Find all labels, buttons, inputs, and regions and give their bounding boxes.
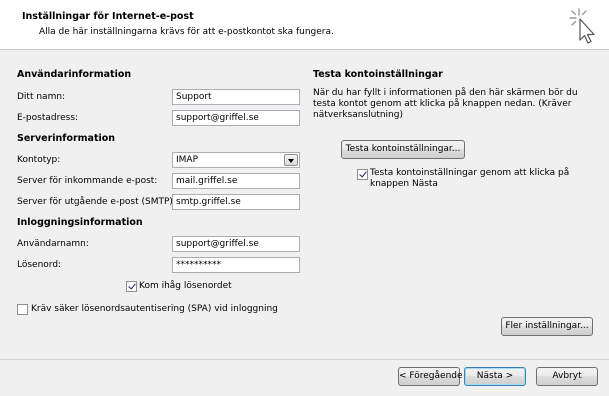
more-settings-button[interactable]: Fler inställningar... xyxy=(501,317,593,336)
account-type-select[interactable]: IMAP xyxy=(172,152,300,168)
auto-test-label: Testa kontoinställningar genom att klick… xyxy=(370,168,570,189)
password-input[interactable]: ********** xyxy=(172,257,300,273)
back-button[interactable]: < Föregående xyxy=(398,367,463,386)
dialog-subtitle: Alla de här inställningarna krävs för at… xyxy=(39,27,334,37)
dialog-title: Inställningar för Internet-e-post xyxy=(22,11,194,22)
account-type-label: Kontotyp: xyxy=(17,155,61,165)
chevron-down-icon[interactable] xyxy=(284,154,298,166)
name-input[interactable]: Support xyxy=(172,89,300,105)
account-type-value: IMAP xyxy=(176,155,199,165)
outgoing-server-input[interactable]: smtp.griffel.se xyxy=(172,194,300,210)
auto-test-checkbox[interactable] xyxy=(357,169,368,180)
username-label: Användarnamn: xyxy=(17,239,89,249)
footer-divider xyxy=(0,359,609,360)
incoming-server-input[interactable]: mail.griffel.se xyxy=(172,173,300,189)
remember-password-label: Kom ihåg lösenordet xyxy=(139,281,232,291)
password-label: Lösenord: xyxy=(17,260,62,270)
incoming-server-label: Server för inkommande e-post: xyxy=(17,176,158,186)
spa-label: Kräv säker lösenordsautentisering (SPA) … xyxy=(31,304,278,314)
email-input[interactable]: support@griffel.se xyxy=(172,110,300,126)
dialog-header: Inställningar för Internet-e-post Alla d… xyxy=(0,0,609,50)
next-button[interactable]: Nästa > xyxy=(464,367,526,386)
email-label: E-postadress: xyxy=(17,113,79,123)
cancel-button[interactable]: Avbryt xyxy=(536,367,598,386)
test-description: När du har fyllt i informationen på den … xyxy=(313,88,578,120)
server-info-heading: Serverinformation xyxy=(17,133,116,144)
login-info-heading: Inloggningsinformation xyxy=(17,217,143,228)
outgoing-server-label: Server för utgående e-post (SMTP): xyxy=(17,197,176,207)
remember-password-checkbox[interactable] xyxy=(126,281,137,292)
user-info-heading: Användarinformation xyxy=(17,69,132,80)
test-settings-button[interactable]: Testa kontoinställningar... xyxy=(341,140,465,159)
username-input[interactable]: support@griffel.se xyxy=(172,236,300,252)
name-label: Ditt namn: xyxy=(17,92,66,102)
cursor-sparkle-icon xyxy=(569,8,595,44)
test-heading: Testa kontoinställningar xyxy=(313,69,443,80)
spa-checkbox[interactable] xyxy=(17,304,28,315)
